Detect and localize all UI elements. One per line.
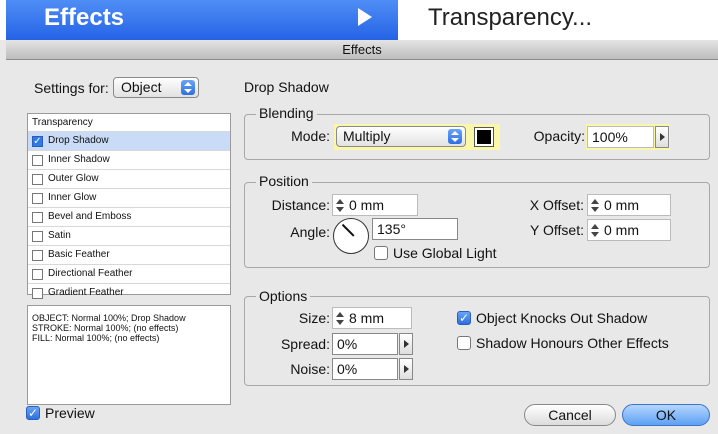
x-offset-input[interactable]: 0 mm [587, 194, 671, 216]
opacity-label: Opacity: [533, 128, 585, 144]
honours-effects-label[interactable]: Shadow Honours Other Effects [476, 335, 669, 351]
effect-list-header[interactable]: Transparency [28, 114, 230, 131]
effect-item-label: Bevel and Emboss [48, 211, 132, 222]
spread-popup-arrow-icon[interactable] [399, 333, 413, 355]
effect-item-basic-feather[interactable]: Basic Feather [28, 245, 230, 264]
effect-item-label: Inner Glow [48, 192, 97, 203]
checkbox-icon[interactable] [32, 287, 43, 299]
knocks-out-shadow-checkbox[interactable]: ✓ [457, 311, 471, 325]
noise-input[interactable]: 0% [332, 358, 398, 380]
noise-popup-arrow-icon[interactable] [399, 358, 413, 380]
opacity-popup-arrow-icon[interactable] [655, 126, 669, 148]
use-global-light-checkbox[interactable] [374, 246, 388, 260]
settings-for-value: Object [121, 79, 162, 95]
effect-item-satin[interactable]: Satin [28, 226, 230, 245]
menu-item-effects[interactable]: Effects [6, 0, 398, 40]
menu-item-transparency[interactable]: Transparency... [428, 0, 592, 36]
summary-object: OBJECT: Normal 100%; Drop Shadow [32, 313, 186, 323]
x-offset-value: 0 mm [604, 197, 639, 213]
effect-item-label: Satin [48, 230, 71, 241]
y-offset-label: Y Offset: [530, 222, 584, 238]
size-label: Size: [298, 310, 330, 326]
preview-checkbox[interactable]: ✓ [26, 406, 40, 420]
effect-item-label: Basic Feather [48, 249, 110, 260]
effect-item-gradient-feather[interactable]: Gradient Feather [28, 283, 230, 302]
effect-item-label: Directional Feather [48, 268, 133, 279]
settings-for-select[interactable]: Object [113, 77, 199, 98]
angle-dial-needle [342, 223, 355, 237]
effects-list: Transparency ✓ Drop Shadow Inner Shadow … [27, 113, 231, 299]
settings-for-label: Settings for: [34, 80, 109, 96]
window-title: Effects [6, 40, 718, 60]
distance-input[interactable]: 0 mm [332, 194, 418, 216]
effect-item-directional-feather[interactable]: Directional Feather [28, 264, 230, 283]
position-label: Position [256, 173, 312, 189]
checkbox-icon[interactable] [32, 192, 43, 204]
angle-dial-icon[interactable] [333, 218, 369, 254]
effect-item-inner-shadow[interactable]: Inner Shadow [28, 150, 230, 169]
blending-label: Blending [256, 105, 317, 121]
effect-item-label: Drop Shadow [48, 135, 109, 146]
effects-summary: OBJECT: Normal 100%; Drop Shadow STROKE:… [27, 305, 231, 405]
checkbox-icon[interactable] [32, 249, 43, 261]
size-input[interactable]: 8 mm [332, 307, 412, 329]
x-offset-label: X Offset: [529, 197, 584, 213]
select-arrows-icon [181, 80, 195, 95]
effect-item-inner-glow[interactable]: Inner Glow [28, 188, 230, 207]
spread-label: Spread: [280, 336, 330, 352]
shadow-color-swatch[interactable] [474, 127, 494, 147]
effect-item-bevel-emboss[interactable]: Bevel and Emboss [28, 207, 230, 226]
stepper-icon[interactable] [335, 311, 345, 326]
distance-value: 0 mm [349, 197, 384, 213]
size-value: 8 mm [349, 310, 384, 326]
use-global-light-label[interactable]: Use Global Light [393, 245, 497, 261]
summary-fill: FILL: Normal 100%; (no effects) [32, 333, 160, 343]
submenu-arrow-icon [358, 8, 372, 26]
swatch-fill [477, 130, 491, 144]
summary-stroke: STROKE: Normal 100%; (no effects) [32, 323, 179, 333]
angle-label: Angle: [290, 224, 330, 240]
noise-label: Noise: [290, 361, 330, 377]
mode-select[interactable]: Multiply [336, 126, 466, 147]
effect-item-label: Outer Glow [48, 173, 99, 184]
effect-item-outer-glow[interactable]: Outer Glow [28, 169, 230, 188]
mode-value: Multiply [343, 128, 391, 144]
checkbox-icon[interactable] [32, 173, 43, 185]
options-label: Options [256, 288, 311, 304]
checkbox-icon[interactable] [32, 230, 43, 242]
effect-item-label: Inner Shadow [48, 154, 110, 165]
knocks-out-shadow-label[interactable]: Object Knocks Out Shadow [476, 310, 647, 326]
cancel-button[interactable]: Cancel [524, 404, 616, 426]
effect-item-label: Gradient Feather [48, 287, 124, 298]
y-offset-input[interactable]: 0 mm [587, 219, 671, 241]
checkbox-icon[interactable] [32, 268, 43, 280]
spread-input[interactable]: 0% [332, 333, 398, 355]
ok-button[interactable]: OK [622, 404, 710, 426]
angle-input[interactable]: 135° [372, 218, 458, 240]
honours-effects-checkbox[interactable] [457, 336, 471, 350]
mode-label: Mode: [291, 128, 330, 144]
checkbox-checked-icon[interactable]: ✓ [32, 135, 43, 147]
select-arrows-icon [448, 129, 462, 144]
preview-label[interactable]: Preview [45, 405, 95, 421]
stepper-icon[interactable] [590, 223, 600, 238]
panel-title: Drop Shadow [244, 79, 329, 95]
checkbox-icon[interactable] [32, 154, 43, 166]
effect-item-drop-shadow[interactable]: ✓ Drop Shadow [28, 131, 230, 150]
checkbox-icon[interactable] [32, 211, 43, 223]
distance-label: Distance: [271, 197, 330, 213]
stepper-icon[interactable] [335, 198, 345, 213]
stepper-icon[interactable] [590, 198, 600, 213]
opacity-input[interactable]: 100% [587, 126, 654, 148]
y-offset-value: 0 mm [604, 222, 639, 238]
